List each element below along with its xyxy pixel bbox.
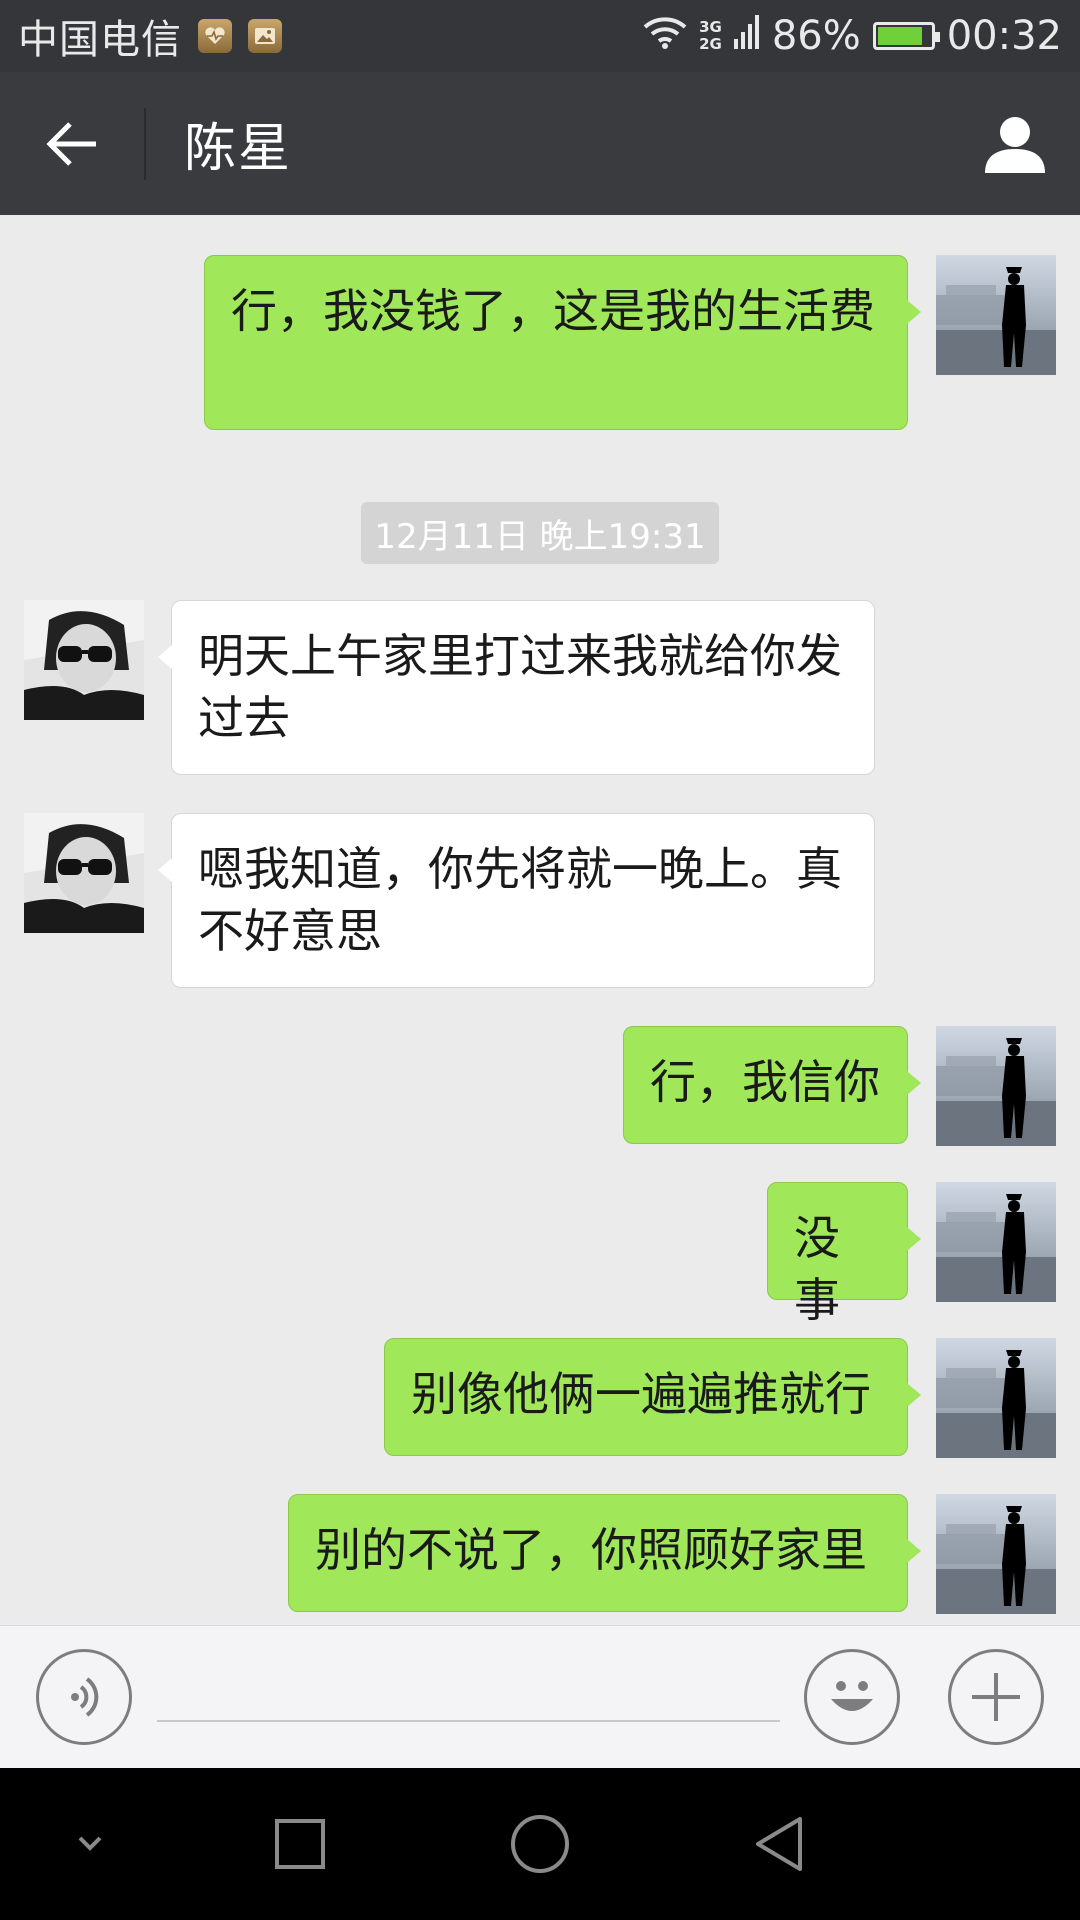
message-text: 行，我信你 [650,1055,880,1109]
more-button[interactable] [948,1649,1044,1745]
message-list[interactable]: 行，我没钱了，这是我的生活费 12月11日 晚上19:31 明天上午家里打过来我… [0,215,1080,1625]
emoji-button[interactable] [804,1649,900,1745]
my-avatar[interactable] [936,255,1056,375]
chat-header: 陈星 [0,72,1080,215]
battery-level [877,27,923,45]
avatar-image [936,1182,1056,1302]
message-bubble[interactable]: 行，我信你 [623,1026,921,1144]
avatar-image [936,1494,1056,1614]
clock: 00:32 [946,13,1062,59]
message-bubble[interactable]: 别的不说了，你照顾好家里 [288,1494,921,1612]
person-icon [985,116,1045,173]
contact-avatar[interactable] [24,600,144,720]
emoji-icon [831,1681,873,1711]
message-timestamp: 12月11日 晚上19:31 [361,502,719,564]
avatar-image [936,1026,1056,1146]
my-avatar[interactable] [936,1026,1056,1146]
avatar-image [936,1338,1056,1458]
plus-icon [972,1673,1020,1721]
voice-icon [71,1677,99,1717]
network-type-top: 3G [699,18,722,36]
status-bar: 中国电信 3G 2G 86% 00:32 [0,0,1080,72]
home-circle-icon [511,1815,569,1873]
message-text: 别像他俩一遍遍推就行 [411,1367,871,1421]
message-text: 明天上午家里打过来我就给你发过去 [198,629,842,745]
message-bubble[interactable]: 没事 [767,1182,921,1327]
back-nav-button[interactable] [730,1794,830,1894]
message-text: 别的不说了，你照顾好家里 [315,1523,867,1577]
my-avatar[interactable] [936,1338,1056,1458]
input-bar [0,1625,1080,1768]
message-bubble[interactable]: 明天上午家里打过来我就给你发过去 [158,600,875,775]
home-button[interactable] [490,1794,590,1894]
chat-info-button[interactable] [950,72,1080,215]
network-type: 3G 2G [699,19,722,53]
health-app-icon [198,19,232,53]
signal-icon [733,13,760,59]
system-nav-bar [0,1768,1080,1920]
recents-square-icon [275,1819,325,1869]
collapse-button[interactable] [40,1794,140,1894]
battery-icon [872,22,940,50]
wifi-icon [643,13,687,59]
gallery-app-icon [248,19,282,53]
collapse-down-icon [78,1836,102,1851]
message-text: 没事 [794,1211,840,1327]
avatar-image [936,255,1056,375]
recents-button[interactable] [250,1794,350,1894]
avatar-image [24,813,144,933]
back-button[interactable] [0,72,144,215]
chat-title: 陈星 [184,119,293,179]
header-divider [144,107,146,180]
carrier-name: 中国电信 [18,17,182,63]
back-arrow-icon [46,121,96,166]
my-avatar[interactable] [936,1182,1056,1302]
message-input[interactable] [157,1654,780,1722]
message-bubble[interactable]: 嗯我知道，你先将就一晚上。真不好意思 [158,813,875,988]
message-text: 行，我没钱了，这是我的生活费 [231,284,875,338]
message-bubble[interactable]: 别像他俩一遍遍推就行 [384,1338,921,1456]
message-bubble[interactable]: 行，我没钱了，这是我的生活费 [204,255,921,430]
contact-avatar[interactable] [24,813,144,933]
network-type-bottom: 2G [699,35,722,53]
back-triangle-icon [756,1817,802,1871]
voice-button[interactable] [36,1649,132,1745]
avatar-image [24,600,144,720]
battery-percent: 86% [771,13,861,59]
my-avatar[interactable] [936,1494,1056,1614]
message-text: 嗯我知道，你先将就一晚上。真不好意思 [198,842,842,958]
